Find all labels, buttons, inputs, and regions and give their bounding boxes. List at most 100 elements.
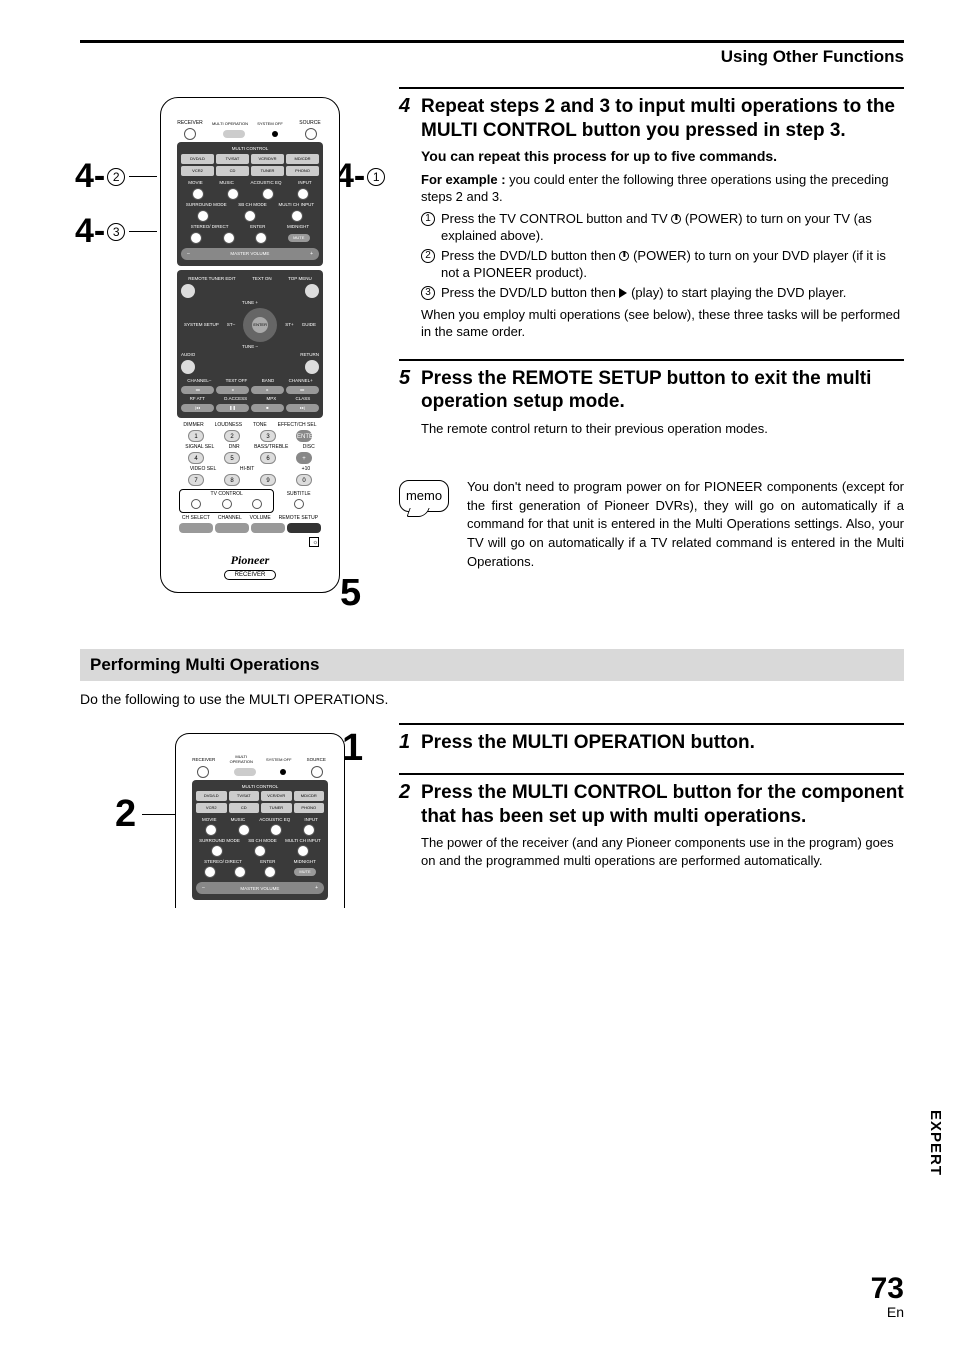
- btn-multich: [297, 845, 309, 857]
- btn-tuner-edit: [181, 284, 195, 298]
- perform-2-num: 2: [399, 781, 421, 803]
- step-5-title: Press the REMOTE SETUP button to exit th…: [421, 367, 904, 415]
- num-7: 7: [188, 474, 204, 486]
- btn-volume: [251, 523, 285, 533]
- callout-4-3: 4-3: [75, 212, 157, 251]
- example-1: 1Press the TV CONTROL button and TV (POW…: [421, 210, 904, 245]
- left-column: 4-2 4-1 4-3 5 RECEIVER MULTI OP: [80, 87, 375, 613]
- btn-movie: [192, 188, 204, 200]
- btn-channel: [215, 523, 249, 533]
- multi-control-panel: MULTI CONTROL DVD/LDTV/SATVCR/DVRMD/CDR …: [192, 780, 328, 900]
- lbl-multich: MULTI CH INPUT: [278, 202, 314, 208]
- remote-diagram-wrap: 4-2 4-1 4-3 5 RECEIVER MULTI OP: [80, 97, 375, 593]
- lbl-enter: ENTER: [250, 224, 265, 230]
- step-5-body: The remote control return to their previ…: [421, 420, 904, 438]
- numeric-pad: DIMMERLOUDNESSTONEEFFECT/CH SEL 123ENTER…: [179, 422, 321, 533]
- btn-midnight: [255, 232, 267, 244]
- callout-sub: 1: [367, 168, 385, 186]
- performing-intro: Do the following to use the MULTI OPERAT…: [80, 691, 904, 707]
- callout-num: 2: [115, 793, 136, 836]
- lbl-tone: TONE: [253, 422, 267, 428]
- example-3: 3Press the DVD/LD button then (play) to …: [421, 284, 904, 302]
- step-5: 5 Press the REMOTE SETUP button to exit …: [399, 359, 904, 438]
- lower-columns: 1 2 RECEIVER MULTI OPERATION SYSTEM OFF …: [80, 723, 904, 928]
- lbl-video: VIDEO SEL: [190, 466, 216, 472]
- mc-dvd-ld: DVD/LD: [181, 154, 214, 164]
- btn-midnight: [264, 866, 276, 878]
- manual-page: Using Other Functions 4-2 4-1 4-3 5: [0, 0, 954, 1348]
- perform-step-2: 2 Press the MULTI CONTROL button for the…: [399, 773, 904, 870]
- btn-top-menu: [305, 284, 319, 298]
- mc-dvd-ld: DVD/LD: [196, 791, 227, 801]
- right-column: 4 Repeat steps 2 and 3 to input multi op…: [399, 87, 904, 572]
- label-source: SOURCE: [299, 757, 335, 762]
- num-5: 5: [224, 452, 240, 464]
- power-icon: [619, 251, 629, 261]
- perform-1-num: 1: [399, 731, 421, 753]
- btn-sbch: [244, 210, 256, 222]
- dpad-enter: ENTER: [252, 317, 268, 333]
- lbl-remote-setup: REMOTE SETUP: [279, 515, 318, 521]
- master-volume-label: MASTER VOLUME: [230, 251, 269, 257]
- lbl-stereo: STEREO/ DIRECT: [204, 859, 242, 864]
- num-2: 2: [224, 430, 240, 442]
- lbl-loudness: LOUDNESS: [215, 422, 243, 428]
- lbl-ch-select: CH SELECT: [182, 515, 210, 521]
- num-1: 1: [188, 430, 204, 442]
- tv-btn-1: [191, 499, 201, 509]
- step-4: 4 Repeat steps 2 and 3 to input multi op…: [399, 87, 904, 341]
- lbl-tune-minus: TUNE –: [242, 344, 258, 350]
- callout-s2: 2: [115, 793, 177, 836]
- btn-music: [227, 188, 239, 200]
- step-4-body: For example : you could enter the follow…: [421, 171, 904, 341]
- lbl-text-off: TEXT OFF: [226, 378, 248, 384]
- lbl-ch-minus: CHANNEL–: [187, 378, 211, 384]
- memo-block: memo You don't need to program power on …: [399, 478, 904, 572]
- source-power-button: [305, 128, 317, 140]
- lbl-surround: SURROUND MODE: [199, 838, 240, 843]
- lbl-text-on: TEXT ON: [252, 276, 271, 282]
- btn-return: [305, 360, 319, 374]
- lbl-enter: ENTER: [260, 859, 275, 864]
- lbl-acoustic: ACOUSTIC EQ: [259, 817, 290, 822]
- callout-5: 5: [340, 572, 361, 615]
- perform-step-1: 1 Press the MULTI OPERATION button.: [399, 723, 904, 755]
- btn-sbch: [254, 845, 266, 857]
- header-title: Using Other Functions: [721, 47, 904, 66]
- mc-phono: PHONO: [294, 803, 325, 813]
- callout-s1: 1: [342, 727, 363, 770]
- multi-op-button: [234, 768, 256, 776]
- mc-md-cdr: MD/CDR: [286, 154, 319, 164]
- step-5-num: 5: [399, 367, 421, 389]
- btn-prev: ◂◂: [181, 386, 214, 394]
- callout-4-1: 4-1: [335, 157, 385, 196]
- num-enter: ENTER: [296, 430, 312, 442]
- side-tab-label: EXPERT: [927, 1110, 944, 1176]
- memo-icon: memo: [399, 480, 449, 512]
- btn-audio: [181, 360, 195, 374]
- label-system-off: SYSTEM OFF: [261, 757, 297, 762]
- btn-stereo: [204, 866, 216, 878]
- lbl-volume: VOLUME: [250, 515, 271, 521]
- lbl-tv-control: TV CONTROL: [182, 491, 271, 497]
- mc-tuner: TUNER: [261, 803, 292, 813]
- lbl-midnight: MIDNIGHT: [294, 859, 316, 864]
- btn-mute: MUTE: [288, 234, 310, 242]
- btn-rew: ◂: [216, 386, 249, 394]
- power-icon: [671, 214, 681, 224]
- num-9: 9: [260, 474, 276, 486]
- btn-acoustic: [270, 824, 282, 836]
- lbl-input: INPUT: [304, 817, 318, 822]
- memo-label: memo: [406, 488, 442, 503]
- mc-vcr-dvr: VCR/DVR: [251, 154, 284, 164]
- btn-skip-back: |◂◂: [181, 404, 214, 412]
- page-number-value: 73: [871, 1274, 904, 1304]
- label-receiver: RECEIVER: [171, 120, 209, 126]
- mc-phono: PHONO: [286, 166, 319, 176]
- num-0: 0: [296, 474, 312, 486]
- lbl-mpx: MPX: [266, 396, 276, 402]
- lbl-music: MUSIC: [231, 817, 246, 822]
- num-4: 4: [188, 452, 204, 464]
- lbl-effect: EFFECT/CH SEL: [278, 422, 317, 428]
- ex3-b: (play) to start playing the DVD player.: [627, 285, 846, 300]
